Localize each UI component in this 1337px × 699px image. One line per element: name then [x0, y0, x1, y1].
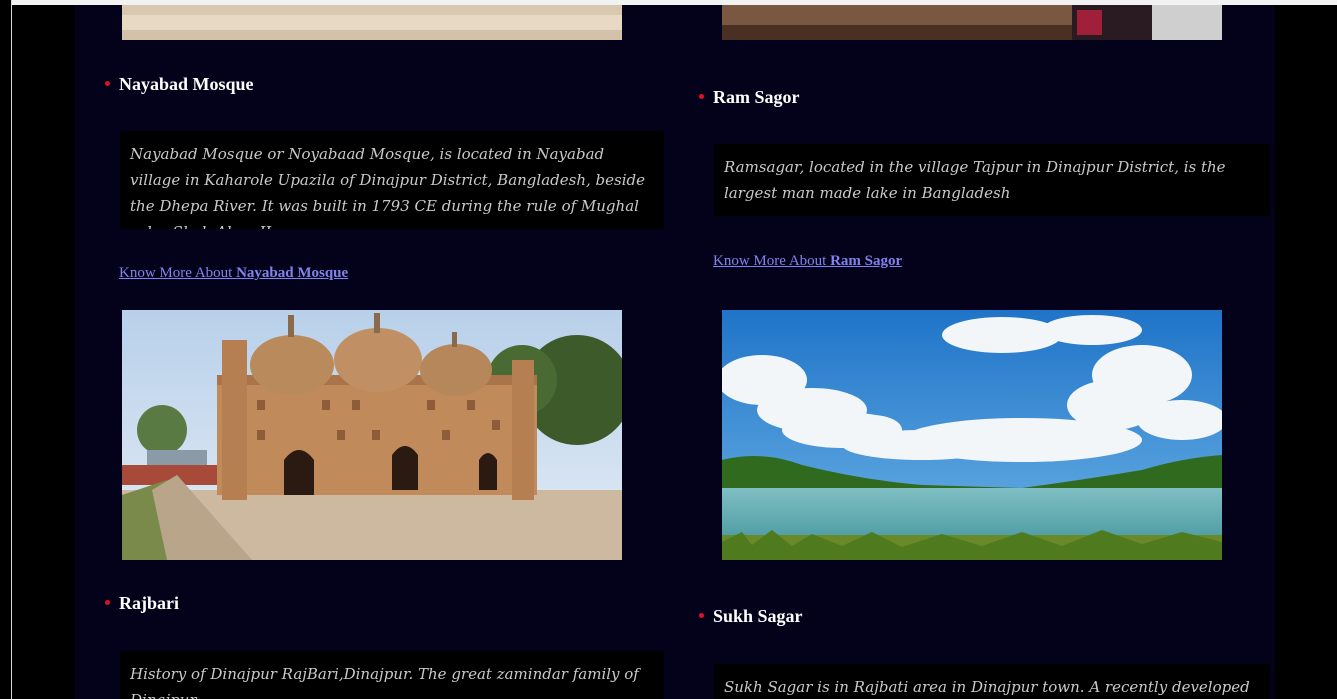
bullet-icon — [105, 81, 110, 87]
ram-sagor-image — [722, 310, 1222, 560]
rajbari-heading: Rajbari — [105, 593, 179, 614]
rajbari-title: Rajbari — [119, 593, 179, 613]
bullet-icon — [105, 600, 110, 606]
rajbari-description: History of Dinajpur RajBari,Dinajpur. Th… — [120, 651, 664, 699]
link-prefix: Know More About — [713, 253, 831, 269]
nayabad-mosque-image — [122, 310, 622, 560]
link-bold: Nayabad Mosque — [236, 265, 349, 281]
content-panel: Nayabad Mosque Nayabad Mosque or Noyabaa… — [75, 5, 1275, 699]
nayabad-mosque-description: Nayabad Mosque or Noyabaad Mosque, is lo… — [120, 131, 664, 229]
link-bold: Ram Sagor — [830, 253, 903, 269]
ram-sagor-heading: Ram Sagor — [699, 87, 800, 108]
sukh-sagar-title: Sukh Sagar — [713, 606, 803, 626]
ram-sagor-description: Ramsagar, located in the village Tajpur … — [714, 144, 1270, 216]
sukh-sagar-heading: Sukh Sagar — [699, 606, 803, 627]
bullet-icon — [699, 94, 704, 100]
top-right-image — [722, 5, 1222, 40]
nayabad-mosque-title: Nayabad Mosque — [119, 74, 254, 94]
top-left-image — [122, 5, 622, 40]
link-prefix: Know More About — [119, 265, 237, 281]
nayabad-mosque-link[interactable]: Know More About Nayabad Mosque — [119, 265, 348, 282]
ram-sagor-link[interactable]: Know More About Ram Sagor — [713, 253, 902, 270]
left-edge-strip — [0, 0, 12, 699]
bullet-icon — [699, 613, 704, 619]
ram-sagor-title: Ram Sagor — [713, 87, 800, 107]
sukh-sagar-description: Sukh Sagar is in Rajbati area in Dinajpu… — [714, 664, 1270, 699]
nayabad-mosque-heading: Nayabad Mosque — [105, 74, 254, 95]
